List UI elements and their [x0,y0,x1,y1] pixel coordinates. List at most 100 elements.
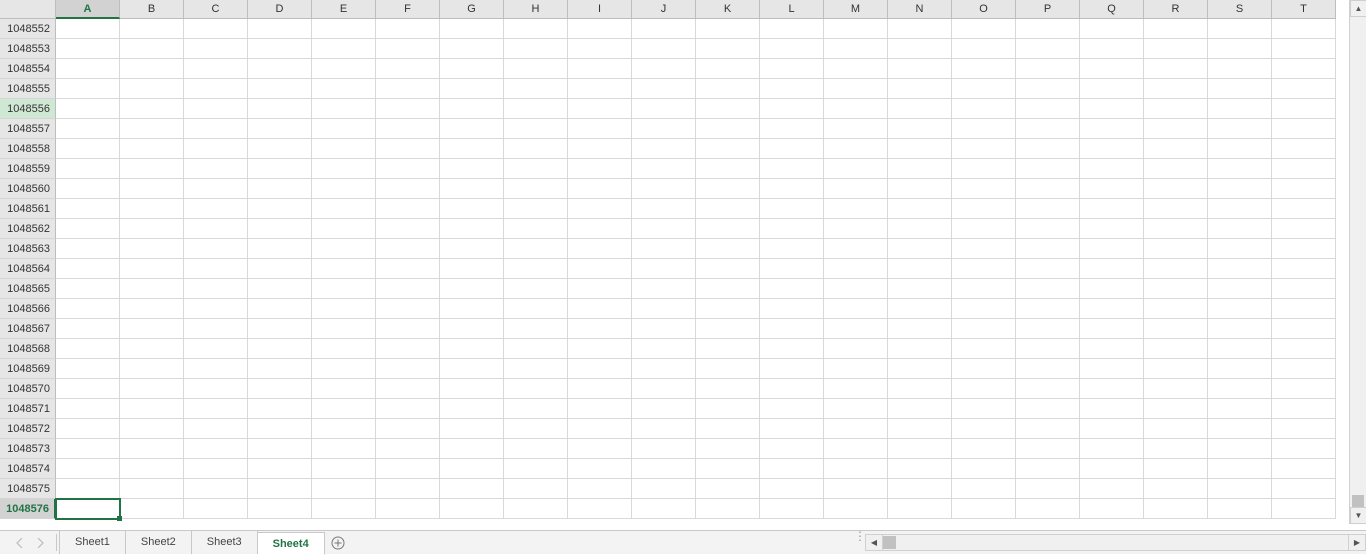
cell[interactable] [696,139,760,159]
scroll-right-button[interactable]: ▶ [1348,535,1365,550]
cell[interactable] [696,319,760,339]
cell[interactable] [440,239,504,259]
cell[interactable] [824,59,888,79]
cell[interactable] [1016,319,1080,339]
cell[interactable] [56,479,120,499]
cell[interactable] [184,379,248,399]
cell[interactable] [312,159,376,179]
cell[interactable] [696,119,760,139]
cell[interactable] [376,99,440,119]
select-all-corner[interactable] [0,0,56,19]
row-header[interactable]: 1048572 [0,419,56,439]
cell[interactable] [120,479,184,499]
cell[interactable] [632,219,696,239]
cell[interactable] [120,79,184,99]
cell[interactable] [56,259,120,279]
cell[interactable] [56,219,120,239]
cell[interactable] [1144,419,1208,439]
cell[interactable] [824,259,888,279]
cell[interactable] [1080,59,1144,79]
cell[interactable] [1208,59,1272,79]
cell[interactable] [1080,159,1144,179]
cell[interactable] [760,59,824,79]
cell[interactable] [1144,459,1208,479]
cell[interactable] [184,39,248,59]
cell[interactable] [760,319,824,339]
cell[interactable] [568,259,632,279]
cell[interactable] [376,139,440,159]
cell[interactable] [440,279,504,299]
cell[interactable] [376,399,440,419]
cell[interactable] [120,319,184,339]
cell[interactable] [1016,99,1080,119]
cell[interactable] [440,179,504,199]
cell[interactable] [1208,459,1272,479]
cell[interactable] [120,239,184,259]
cell[interactable] [56,239,120,259]
cell[interactable] [1208,99,1272,119]
cell[interactable] [888,39,952,59]
cell[interactable] [248,299,312,319]
cell[interactable] [760,359,824,379]
cell[interactable] [1016,119,1080,139]
cell[interactable] [568,119,632,139]
splitter-handle[interactable]: ⋮ [854,534,859,552]
cell[interactable] [952,239,1016,259]
cell[interactable] [568,279,632,299]
cell[interactable] [1016,279,1080,299]
cell[interactable] [1080,399,1144,419]
column-header[interactable]: F [376,0,440,19]
row-header[interactable]: 1048566 [0,299,56,319]
cell[interactable] [1080,359,1144,379]
cell[interactable] [1144,319,1208,339]
cell[interactable] [824,99,888,119]
cell[interactable] [952,99,1016,119]
cell[interactable] [312,259,376,279]
cell[interactable] [120,179,184,199]
cell[interactable] [312,59,376,79]
cell[interactable] [696,399,760,419]
column-header[interactable]: A [56,0,120,19]
cell[interactable] [376,259,440,279]
cell[interactable] [1016,419,1080,439]
sheet-tab[interactable]: Sheet3 [192,531,258,554]
cell[interactable] [824,139,888,159]
cell[interactable] [632,319,696,339]
cell[interactable] [760,179,824,199]
cell[interactable] [1272,19,1336,39]
cell[interactable] [440,59,504,79]
cell[interactable] [888,439,952,459]
cell[interactable] [1272,379,1336,399]
cell[interactable] [312,439,376,459]
column-header[interactable]: T [1272,0,1336,19]
cell[interactable] [1208,39,1272,59]
cell[interactable] [1208,179,1272,199]
cell[interactable] [248,179,312,199]
cell[interactable] [312,459,376,479]
cell[interactable] [184,299,248,319]
cell[interactable] [952,359,1016,379]
cell[interactable] [952,79,1016,99]
cell[interactable] [1208,159,1272,179]
cell[interactable] [568,319,632,339]
cell[interactable] [1272,359,1336,379]
cell[interactable] [1080,419,1144,439]
cell[interactable] [568,479,632,499]
cell[interactable] [760,119,824,139]
cell[interactable] [248,119,312,139]
cell[interactable] [1144,159,1208,179]
cell[interactable] [504,379,568,399]
row-header[interactable]: 1048560 [0,179,56,199]
cell[interactable] [568,359,632,379]
cell[interactable] [184,139,248,159]
cell[interactable] [952,439,1016,459]
cell[interactable] [760,99,824,119]
row-header[interactable]: 1048556 [0,99,56,119]
cell[interactable] [1016,199,1080,219]
cell[interactable] [568,419,632,439]
cell[interactable] [440,379,504,399]
horizontal-scrollbar[interactable]: ◀ ▶ [865,534,1366,551]
sheet-tab[interactable]: Sheet1 [59,531,126,554]
cell[interactable] [824,439,888,459]
row-header[interactable]: 1048567 [0,319,56,339]
